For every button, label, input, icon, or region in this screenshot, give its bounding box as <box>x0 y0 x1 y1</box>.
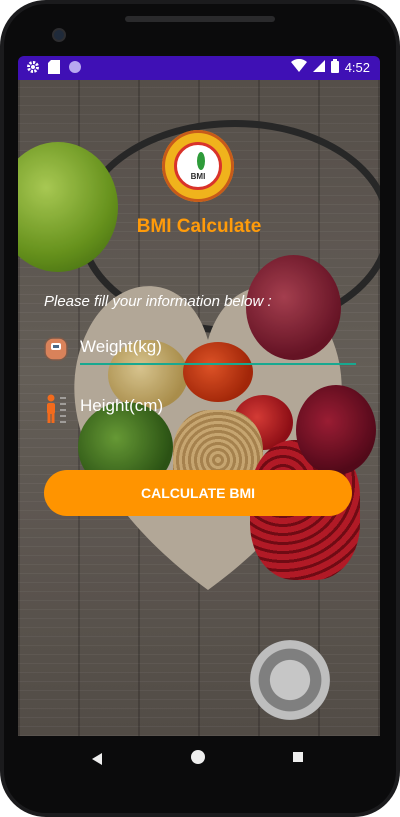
leaf-icon <box>197 152 205 170</box>
status-bar: 4:52 <box>18 56 380 80</box>
instruction-text: Please fill your information below : <box>44 293 272 310</box>
earpiece <box>125 16 275 22</box>
signal-icon <box>312 59 325 76</box>
front-camera <box>52 28 66 42</box>
logo-text: BMI <box>190 172 206 181</box>
screen: 4:52 BMI BMI Calculate Please fill your … <box>18 56 380 760</box>
clock: 4:52 <box>344 60 370 75</box>
weight-input[interactable]: Weight(kg) <box>80 337 162 357</box>
back-icon[interactable] <box>91 752 103 770</box>
scale-icon <box>44 335 68 361</box>
page-title: BMI Calculate <box>136 216 262 237</box>
recents-icon[interactable] <box>293 752 303 762</box>
weight-field[interactable]: Weight(kg) <box>44 331 356 365</box>
calculate-bmi-button[interactable]: CALCULATE BMI <box>44 470 352 516</box>
person-height-icon <box>44 394 68 423</box>
navigation-bar <box>18 736 380 780</box>
home-icon[interactable] <box>191 750 205 764</box>
device-frame: 4:52 BMI BMI Calculate Please fill your … <box>0 0 400 817</box>
wifi-icon <box>290 58 307 76</box>
battery-icon <box>330 59 339 76</box>
record-icon <box>68 60 82 79</box>
gear-icon <box>26 60 40 79</box>
height-field[interactable]: Height(cm) <box>44 390 356 424</box>
height-input[interactable]: Height(cm) <box>80 396 163 416</box>
app-logo: BMI <box>162 130 234 202</box>
sd-card-icon <box>48 60 60 79</box>
weight-underline <box>80 363 356 365</box>
